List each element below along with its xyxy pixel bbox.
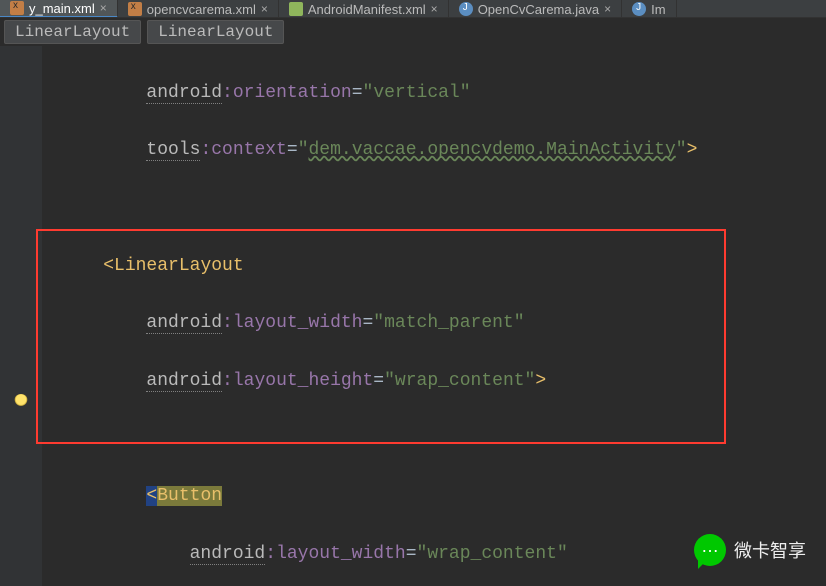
tab-label: y_main.xml bbox=[29, 1, 95, 16]
watermark-text: 微卡智享 bbox=[734, 537, 806, 563]
xml-icon bbox=[10, 1, 24, 15]
editor-tab-bar: y_main.xml × opencvcarema.xml × AndroidM… bbox=[0, 0, 826, 18]
wechat-icon bbox=[694, 534, 726, 566]
java-icon bbox=[632, 2, 646, 16]
tab-opencvcarema-xml[interactable]: opencvcarema.xml × bbox=[118, 0, 279, 18]
watermark: 微卡智享 bbox=[694, 534, 806, 566]
tab-y-main-xml[interactable]: y_main.xml × bbox=[0, 0, 118, 18]
tab-label: opencvcarema.xml bbox=[147, 2, 256, 17]
editor-gutter bbox=[0, 46, 42, 586]
code-editor-wrap: android:orientation="vertical" tools:con… bbox=[0, 46, 826, 586]
tab-label: Im bbox=[651, 2, 665, 17]
tab-androidmanifest-xml[interactable]: AndroidManifest.xml × bbox=[279, 0, 449, 18]
close-icon[interactable]: × bbox=[604, 2, 611, 16]
close-icon[interactable]: × bbox=[431, 2, 438, 16]
tab-opencvcarema-java[interactable]: OpenCvCarema.java × bbox=[449, 0, 622, 18]
structure-breadcrumb: LinearLayout LinearLayout bbox=[0, 18, 826, 46]
close-icon[interactable]: × bbox=[100, 1, 107, 15]
xml-icon bbox=[128, 2, 142, 16]
code-editor[interactable]: android:orientation="vertical" tools:con… bbox=[42, 46, 826, 586]
close-icon[interactable]: × bbox=[261, 2, 268, 16]
tab-label: OpenCvCarema.java bbox=[478, 2, 599, 17]
tab-label: AndroidManifest.xml bbox=[308, 2, 426, 17]
breadcrumb-item[interactable]: LinearLayout bbox=[4, 20, 141, 44]
lightbulb-icon[interactable] bbox=[14, 394, 28, 408]
java-icon bbox=[459, 2, 473, 16]
tab-partial[interactable]: Im bbox=[622, 0, 676, 18]
manifest-icon bbox=[289, 2, 303, 16]
breadcrumb-item[interactable]: LinearLayout bbox=[147, 20, 284, 44]
